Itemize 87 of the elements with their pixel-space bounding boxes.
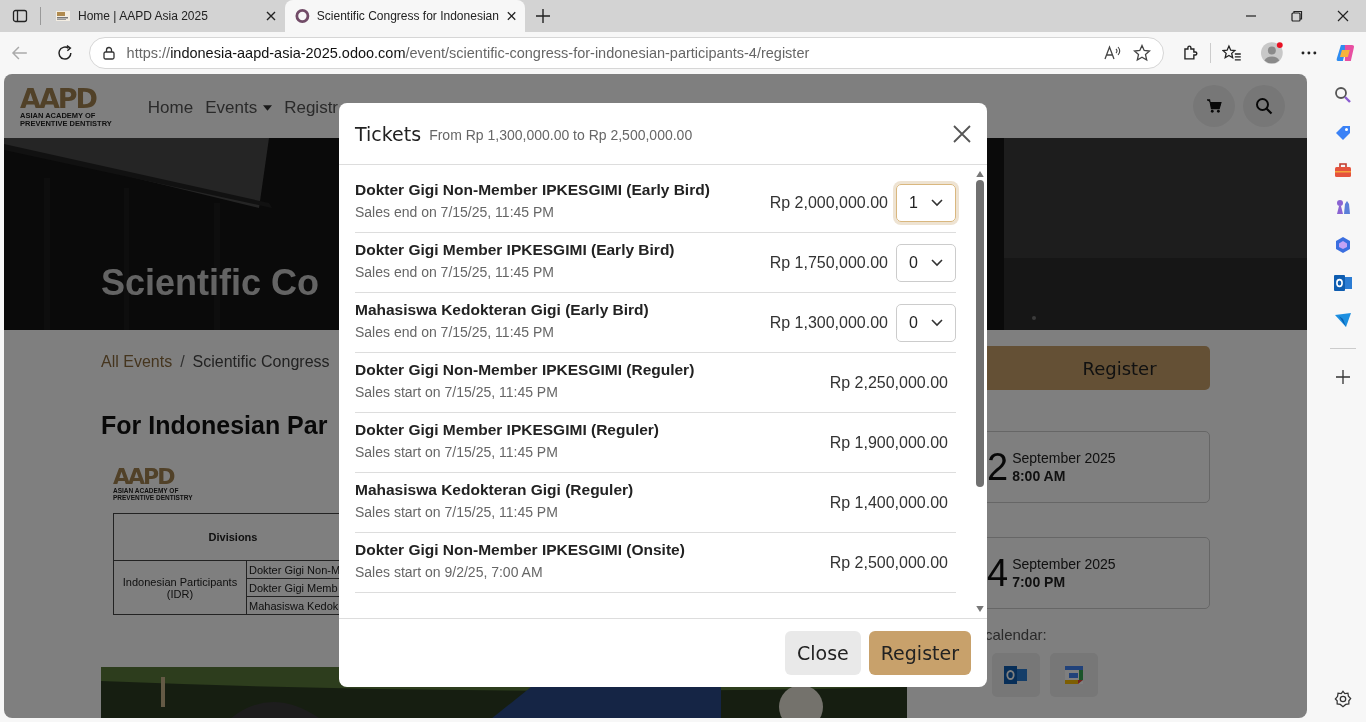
ticket-price: Rp 1,750,000.00 — [769, 253, 888, 272]
quantity-select[interactable]: 0 — [896, 243, 956, 282]
google-calendar-button[interactable] — [1050, 653, 1098, 697]
sales-date: Sales start on 9/2/25, 7:00 AM — [355, 564, 544, 580]
favorites-icon[interactable] — [1221, 44, 1242, 62]
tag-icon[interactable] — [1334, 124, 1352, 142]
reload-icon[interactable] — [55, 44, 74, 62]
price-range: From Rp 1,300,000.00 to Rp 2,500,000.00 — [429, 126, 693, 143]
quantity-select[interactable]: 1 — [896, 183, 956, 222]
close-tab-icon[interactable] — [265, 10, 277, 22]
ticket-price: Rp 2,500,000.00 — [829, 553, 948, 572]
sales-date: Sales end on 7/15/25, 11:45 PM — [355, 264, 555, 280]
close-icon[interactable] — [953, 124, 971, 143]
hexagon-icon[interactable] — [1334, 236, 1352, 254]
ticket-name: Dokter Gigi Member IPKESGIMI (Reguler) — [355, 421, 661, 439]
register-button[interactable]: Register — [868, 631, 971, 675]
scroll-down-icon[interactable] — [976, 606, 984, 612]
site-favicon — [295, 8, 310, 24]
cart-button[interactable] — [1193, 85, 1235, 127]
ticket-name: Dokter Gigi Non-Member IPKESGIMI (Reguler) — [355, 361, 696, 379]
chevron-down-icon — [931, 318, 943, 327]
site-favicon — [55, 8, 71, 24]
calendar-icon — [1064, 665, 1084, 685]
breadcrumb-item: Scientific Congress — [192, 353, 330, 371]
outlook-icon — [1004, 665, 1028, 685]
star-icon[interactable] — [1133, 44, 1152, 62]
new-tab-icon[interactable] — [535, 8, 551, 24]
close-button[interactable]: Close — [785, 631, 861, 675]
date-day: 2 — [987, 445, 1009, 489]
close-window-icon[interactable] — [1337, 10, 1349, 22]
ticket-name: Mahasiswa Kedokteran Gigi (Reguler) — [355, 481, 635, 499]
outlook-calendar-button[interactable] — [992, 653, 1040, 697]
ticket-name: Dokter Gigi Member IPKESGIMI (Early Bird) — [355, 241, 676, 259]
settings-icon[interactable] — [1334, 690, 1352, 708]
nav-link[interactable]: Registr — [284, 98, 339, 118]
ticket-name: Dokter Gigi Non-Member IPKESGIMI (Onsite) — [355, 541, 686, 559]
address-bar[interactable]: https://indonesia-aapd-asia-2025.odoo.com/event/scientific-congress-for-indonesian-participants-4/register — [88, 37, 1165, 69]
table-cell: Indonesian Participants (IDR) — [113, 560, 247, 615]
send-icon[interactable] — [1334, 312, 1352, 328]
sales-date: Sales start on 7/15/25, 11:45 PM — [355, 384, 559, 400]
copilot-icon[interactable] — [1335, 42, 1357, 64]
restore-icon[interactable] — [1291, 10, 1303, 22]
date-day: 4 — [987, 551, 1009, 595]
search-icon[interactable] — [1334, 86, 1352, 104]
section-heading: For Indonesian Par — [101, 411, 328, 440]
profile-avatar-icon[interactable] — [1259, 41, 1284, 65]
ticket-name: Dokter Gigi Non-Member IPKESGIMI (Early Bird) — [355, 181, 711, 199]
more-icon[interactable] — [1301, 51, 1318, 55]
ticket-price: Rp 1,900,000.00 — [829, 433, 948, 452]
quantity-select[interactable]: 0 — [896, 303, 956, 342]
sales-date: Sales end on 7/15/25, 11:45 PM — [355, 324, 555, 340]
ticket-name: Mahasiswa Kedokteran Gigi (Early Bird) — [355, 301, 650, 319]
date-time: 8:00 AM — [1012, 468, 1067, 484]
extensions-icon[interactable] — [1181, 44, 1199, 62]
scrollbar[interactable] — [975, 171, 985, 612]
sales-date: Sales end on 7/15/25, 11:45 PM — [355, 204, 555, 220]
dialog-title: Tickets — [355, 122, 422, 145]
ticket-price: Rp 1,300,000.00 — [769, 313, 888, 332]
chess-piece-icon[interactable] — [1334, 198, 1352, 216]
ticket-price: Rp 1,400,000.00 — [829, 493, 948, 512]
search-icon — [1255, 97, 1273, 115]
sales-date: Sales start on 7/15/25, 11:45 PM — [355, 504, 559, 520]
sales-date: Sales start on 7/15/25, 11:45 PM — [355, 444, 559, 460]
nav-link[interactable]: Home — [147, 98, 194, 118]
toolbox-icon[interactable] — [1334, 162, 1352, 178]
date-time: 7:00 PM — [1012, 574, 1067, 590]
date-month: September 2025 — [1012, 556, 1116, 572]
ticket-price: Rp 2,000,000.00 — [769, 193, 888, 212]
tab-actions-icon[interactable] — [12, 8, 28, 24]
date-month: September 2025 — [1012, 450, 1116, 466]
calendar-label: calendar: — [985, 626, 1048, 643]
browser-tab[interactable]: Scientific Congress for Indonesian — [285, 0, 525, 32]
lock-icon[interactable] — [100, 45, 117, 61]
url-text: https://indonesia-aapd-asia-2025.odoo.com/event/scientific-congress-for-indonesian-participants-4/register — [126, 45, 810, 61]
add-icon[interactable] — [1335, 369, 1351, 385]
browser-tab[interactable]: Home | AAPD Asia 2025 — [45, 0, 285, 32]
search-button[interactable] — [1243, 85, 1285, 127]
chevron-down-icon — [931, 198, 943, 207]
cart-icon — [1206, 99, 1222, 113]
chevron-down-icon — [931, 258, 943, 267]
nav-link[interactable]: Events — [205, 98, 273, 118]
outlook-icon[interactable] — [1333, 274, 1353, 292]
scroll-up-icon[interactable] — [976, 171, 984, 177]
close-tab-icon[interactable] — [505, 10, 517, 22]
hero-title: Scientific Co — [101, 262, 320, 304]
breadcrumb-separator: / — [180, 353, 185, 371]
caret-icon — [263, 105, 273, 111]
